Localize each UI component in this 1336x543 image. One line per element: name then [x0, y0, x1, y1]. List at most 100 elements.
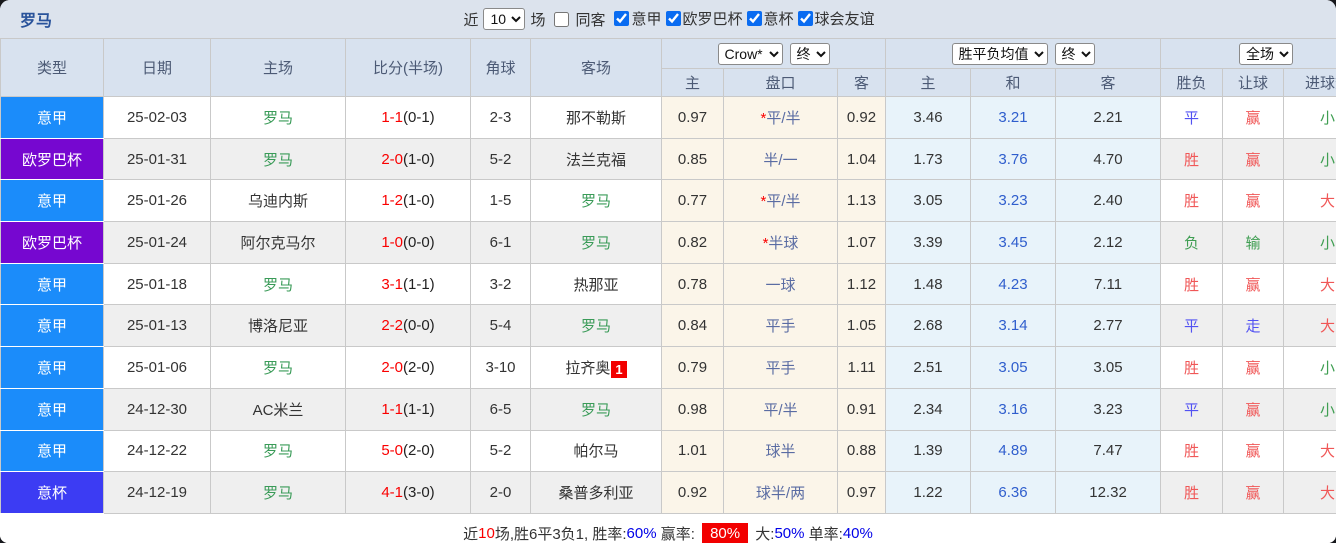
filter-checkbox[interactable]	[797, 11, 813, 26]
ah-away-odds: 0.91	[836, 387, 887, 431]
euro-away-odds: 4.70	[1055, 137, 1162, 181]
result-goals: 大	[1283, 179, 1336, 223]
halftime-score: (1-0)	[403, 192, 435, 210]
match-history-table: 类型 日期 主场 比分(半场) 角球 客场 Crow* 终 胜平负均值 终 全场…	[0, 38, 1336, 514]
euro-home-odds: 3.46	[885, 96, 972, 139]
score-cell: 4-1(3-0)	[345, 471, 471, 514]
halftime-score: (2-0)	[403, 358, 435, 376]
result-handicap: 赢	[1222, 96, 1285, 139]
home-team-cell: 罗马	[210, 137, 346, 181]
ah-line-cell: 一球	[723, 262, 838, 306]
filter-label: 球会友谊	[814, 11, 875, 28]
filter-label: 意甲	[631, 11, 662, 28]
result-handicap: 赢	[1222, 137, 1285, 181]
league-cell: 意甲	[0, 387, 104, 431]
home-team-cell: 阿尔克马尔	[210, 221, 346, 264]
euro-home-odds: 1.73	[885, 137, 972, 181]
summary-text: 场,胜6平3负1, 胜率:	[494, 526, 627, 543]
date-cell: 24-12-19	[103, 471, 211, 514]
match-history-panel: 罗马 近 10 场 同客 意甲 欧罗巴杯 意杯 球会友谊 类型 日期 主场 比分(半场…	[0, 0, 1336, 543]
ah-away-odds: 1.11	[836, 346, 887, 389]
league-cell: 意甲	[0, 262, 104, 306]
ah-line-cell: 球半	[723, 429, 838, 473]
away-team-cell: 罗马	[530, 387, 662, 431]
corners-cell: 3-2	[470, 262, 531, 306]
corners-cell: 6-1	[470, 221, 531, 264]
euro-away-odds: 7.47	[1055, 429, 1162, 473]
result-handicap: 赢	[1222, 387, 1285, 431]
filter-球会友谊[interactable]: 球会友谊	[794, 8, 875, 29]
asian-odds-group: Crow* 终	[660, 38, 887, 69]
col-away: 客场	[530, 38, 662, 97]
score-cell: 2-0(1-0)	[345, 137, 471, 181]
score-cell: 2-0(2-0)	[345, 346, 471, 389]
fulltime-score: 2-2	[381, 317, 403, 335]
score-cell: 1-2(1-0)	[345, 179, 471, 223]
same-venue-checkbox[interactable]	[554, 11, 570, 27]
euro-away-odds: 3.23	[1055, 387, 1162, 431]
col-score: 比分(半场)	[345, 38, 471, 97]
match-row: 意甲 24-12-22 罗马 5-0(2-0) 5-2 帕尔马 1.01 球半 0.88 1.39…	[0, 429, 1336, 473]
result-handicap: 赢	[1222, 346, 1285, 389]
recent-count-select[interactable]: 10	[483, 8, 526, 30]
date-cell: 25-01-13	[103, 304, 211, 348]
corners-cell: 5-2	[470, 137, 531, 181]
away-team-cell: 罗马	[530, 221, 662, 264]
euro-home-odds: 1.39	[885, 429, 972, 473]
home-team-cell: 罗马	[210, 471, 346, 514]
ah-home-odds: 0.79	[661, 346, 724, 389]
euro-odds-group: 胜平负均值 终	[885, 38, 1162, 69]
euro-away-odds: 7.11	[1055, 262, 1162, 306]
league-cell: 意甲	[0, 429, 104, 473]
result-handicap: 赢	[1222, 471, 1285, 514]
ah-away-odds: 1.04	[836, 137, 887, 181]
halftime-score: (0-1)	[403, 108, 435, 126]
rank-badge: 1	[611, 360, 627, 378]
euro-market-select[interactable]: 胜平负均值	[951, 42, 1048, 65]
summary-bar: 近 10 场,胜6平3负1, 胜率: 60% 赢率: 80% 大: 50% 单率: 40%	[0, 513, 1336, 543]
euro-home-odds: 1.48	[885, 262, 972, 306]
league-cell: 意甲	[0, 96, 104, 139]
euro-draw-odds: 3.16	[970, 387, 1057, 431]
date-cell: 25-01-18	[103, 262, 211, 306]
asian-period-select[interactable]: 终	[789, 42, 830, 65]
result-wdl: 胜	[1160, 346, 1224, 389]
euro-draw-odds: 3.21	[970, 96, 1057, 139]
date-cell: 25-01-31	[103, 137, 211, 181]
filter-意甲[interactable]: 意甲	[610, 8, 662, 29]
summary-text: 赢率:	[656, 526, 700, 543]
euro-home-odds: 2.34	[885, 387, 972, 431]
topbar: 罗马 近 10 场 同客 意甲 欧罗巴杯 意杯 球会友谊	[0, 0, 1336, 38]
team-title: 罗马	[20, 13, 53, 30]
filter-checkbox[interactable]	[665, 11, 681, 26]
result-goals: 大	[1283, 471, 1336, 514]
score-cell: 1-0(0-0)	[345, 221, 471, 264]
filter-checkbox[interactable]	[746, 11, 762, 26]
euro-draw-odds: 3.23	[970, 179, 1057, 223]
result-handicap: 赢	[1222, 262, 1285, 306]
scope-select[interactable]: 全场	[1239, 42, 1294, 65]
match-row: 意甲 25-02-03 罗马 1-1(0-1) 2-3 那不勒斯 0.97 *平/半 0.92 3…	[0, 96, 1336, 139]
filter-label: 欧罗巴杯	[682, 11, 743, 28]
ah-line-cell: *平/半	[723, 96, 838, 139]
filter-欧罗巴杯[interactable]: 欧罗巴杯	[662, 8, 743, 29]
handicap-line: 平/半	[763, 401, 798, 419]
match-row: 意甲 25-01-18 罗马 3-1(1-1) 3-2 热那亚 0.78 一球 1.12 1.48…	[0, 262, 1336, 306]
handicap-line: 平/半	[766, 109, 801, 127]
euro-away-odds: 2.12	[1055, 221, 1162, 264]
filter-意杯[interactable]: 意杯	[743, 8, 794, 29]
home-team-cell: 博洛尼亚	[210, 304, 346, 348]
filter-checkbox[interactable]	[614, 11, 630, 26]
euro-home-odds: 2.51	[885, 346, 972, 389]
win-rate-highlight: 80%	[702, 523, 749, 543]
home-team-cell: 罗马	[210, 429, 346, 473]
away-team-cell: 罗马	[530, 304, 662, 348]
ah-line-cell: *平/半	[723, 179, 838, 223]
handicap-line: 球半/两	[755, 485, 806, 503]
filter-controls: 近 10 场 同客 意甲 欧罗巴杯 意杯 球会友谊	[461, 8, 875, 30]
bookmaker-select[interactable]: Crow*	[717, 42, 783, 65]
away-team-cell: 帕尔马	[530, 429, 662, 473]
competition-filters: 意甲 欧罗巴杯 意杯 球会友谊	[610, 8, 875, 30]
handicap-line: 球半	[765, 443, 796, 461]
euro-period-select[interactable]: 终	[1054, 42, 1095, 65]
